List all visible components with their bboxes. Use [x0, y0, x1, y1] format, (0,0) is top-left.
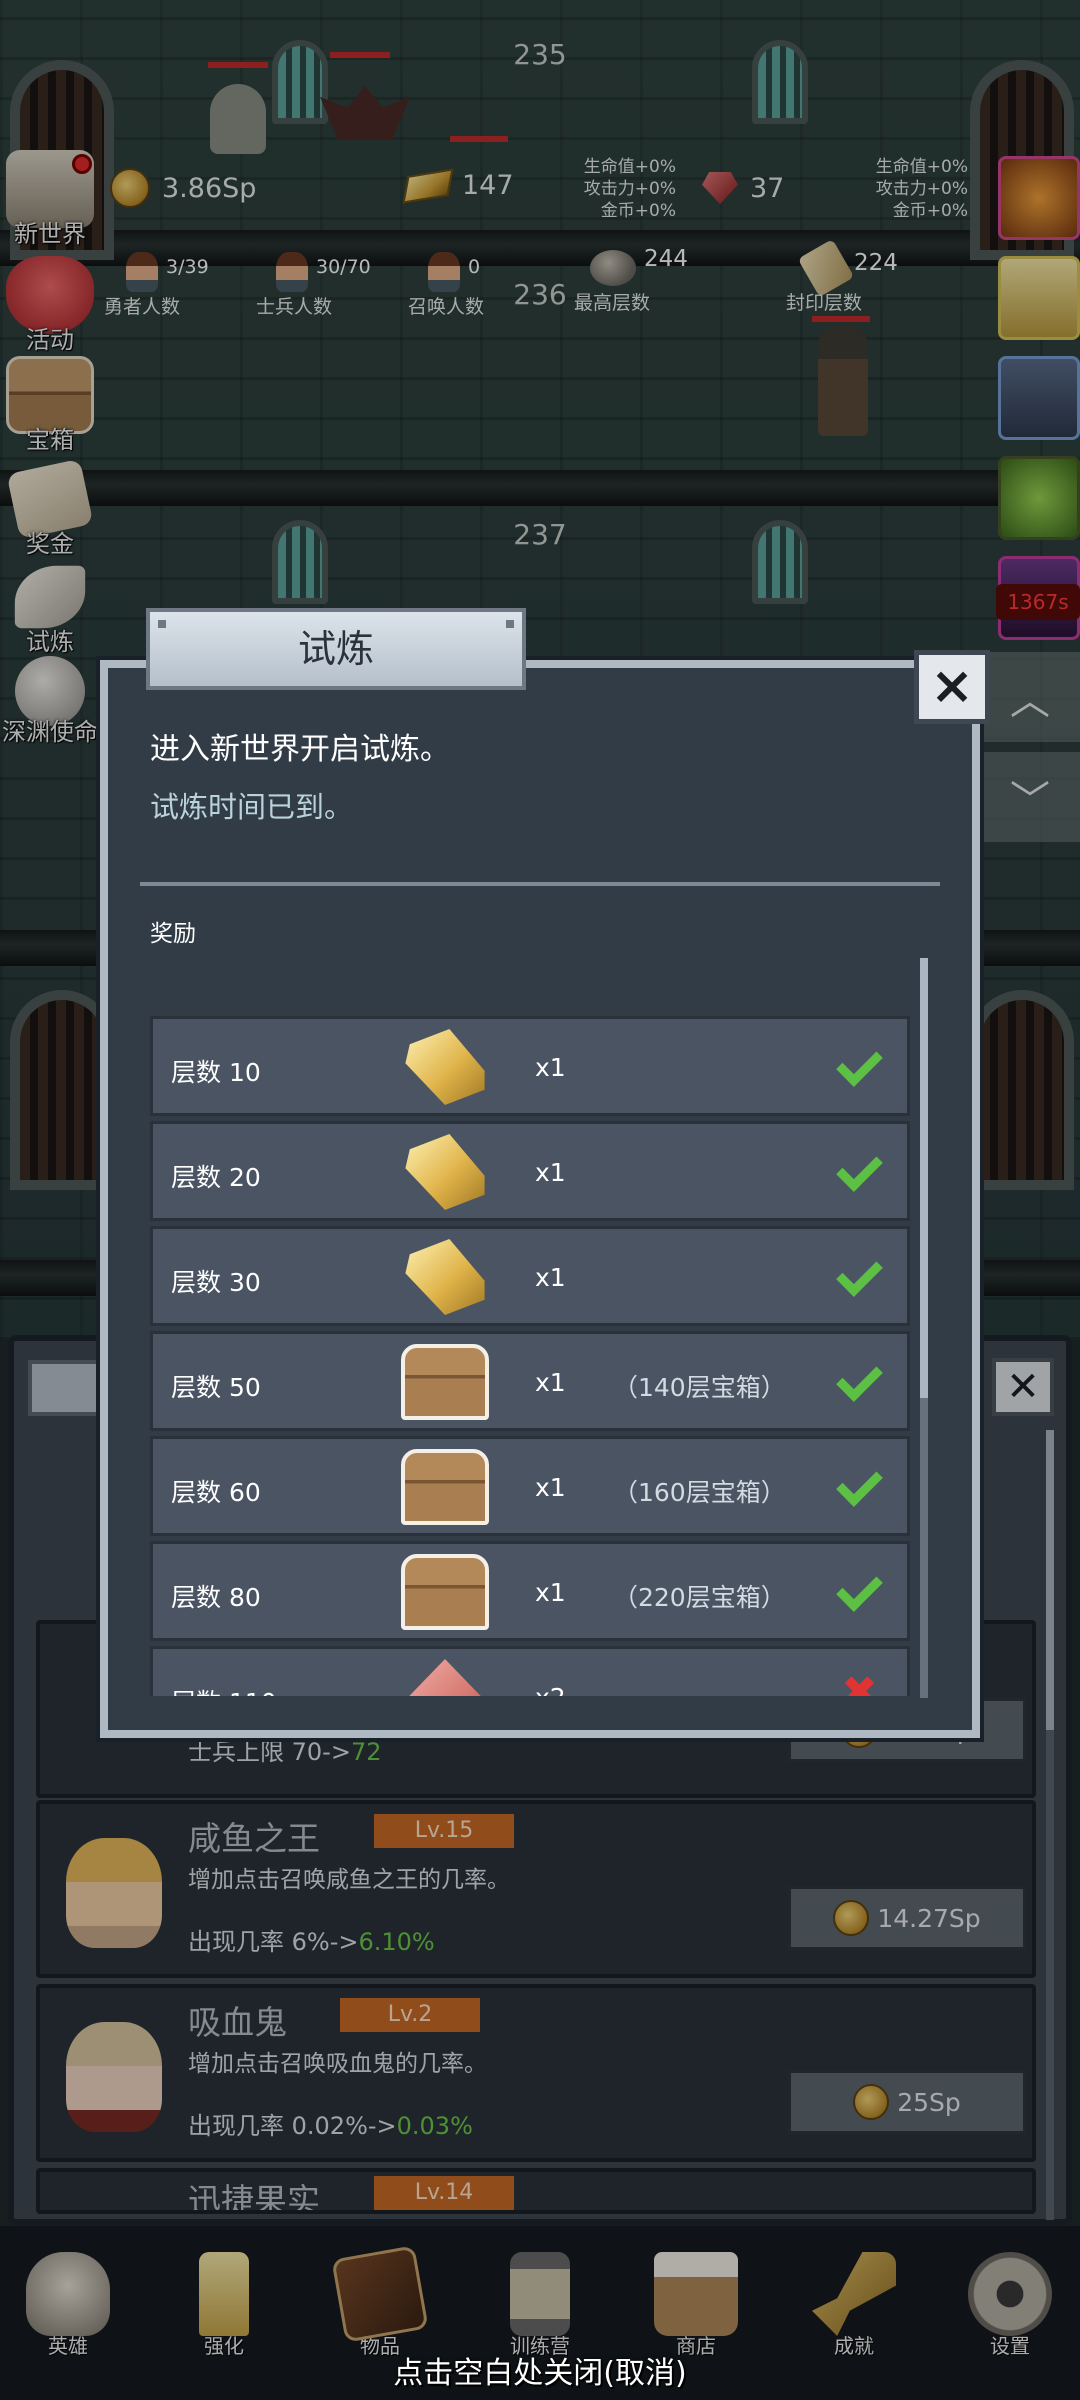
reward-note: （160层宝箱）: [613, 1478, 786, 1507]
reward-row: 层数 60 x1 （160层宝箱）: [150, 1436, 910, 1536]
reward-list[interactable]: 层数 10 x1 层数 20 x1 层数 30 x1 层数 50 x1 （140…: [150, 1016, 912, 1696]
reward-row: 层数 110 x2 ✖: [150, 1646, 910, 1696]
chest-icon: [401, 1344, 489, 1420]
cross-icon: ✖: [841, 1667, 878, 1697]
reward-floor: 层数 50: [171, 1373, 261, 1402]
check-icon: [833, 1251, 883, 1301]
check-icon: [833, 1461, 883, 1511]
chest-icon: [401, 1449, 489, 1525]
gold-bar-icon: [405, 1239, 485, 1315]
reward-section-label: 奖励: [150, 921, 196, 947]
close-icon: ×: [930, 656, 974, 716]
reward-row: 层数 80 x1 （220层宝箱）: [150, 1541, 910, 1641]
reward-floor: 层数 110: [171, 1683, 277, 1696]
divider: [140, 882, 940, 886]
close-hint: 点击空白处关闭(取消): [393, 2356, 687, 2391]
modal-description: 进入新世界开启试炼。: [150, 732, 450, 767]
gold-bar-icon: [405, 1134, 485, 1210]
modal-title: 试炼: [146, 608, 526, 690]
check-icon: [833, 1356, 883, 1406]
reward-list-scrollbar[interactable]: [920, 958, 928, 1698]
reward-row: 层数 50 x1 （140层宝箱）: [150, 1331, 910, 1431]
check-icon: [833, 1146, 883, 1196]
reward-quantity: x1: [535, 1578, 566, 1607]
reward-quantity: x1: [535, 1368, 566, 1397]
modal-close-button[interactable]: ×: [914, 650, 990, 724]
reward-quantity: x1: [535, 1263, 566, 1292]
reward-floor: 层数 30: [171, 1268, 261, 1297]
reward-floor: 层数 20: [171, 1163, 261, 1192]
reward-floor: 层数 10: [171, 1058, 261, 1087]
reward-quantity: x1: [535, 1158, 566, 1187]
reward-row: 层数 10 x1: [150, 1016, 910, 1116]
scrollbar-thumb[interactable]: [920, 958, 928, 1398]
reward-floor: 层数 80: [171, 1583, 261, 1612]
reward-note: （220层宝箱）: [613, 1583, 786, 1612]
modal-status: 试炼时间已到。: [150, 790, 354, 824]
check-icon: [833, 1041, 883, 1091]
gem-icon: [401, 1659, 489, 1696]
reward-quantity: x1: [535, 1053, 566, 1082]
chest-icon: [401, 1554, 489, 1630]
gold-bar-icon: [405, 1029, 485, 1105]
reward-note: （140层宝箱）: [613, 1373, 786, 1402]
reward-floor: 层数 60: [171, 1478, 261, 1507]
reward-quantity: x2: [535, 1683, 566, 1696]
reward-row: 层数 30 x1: [150, 1226, 910, 1326]
check-icon: [833, 1566, 883, 1616]
reward-row: 层数 20 x1: [150, 1121, 910, 1221]
reward-quantity: x1: [535, 1473, 566, 1502]
